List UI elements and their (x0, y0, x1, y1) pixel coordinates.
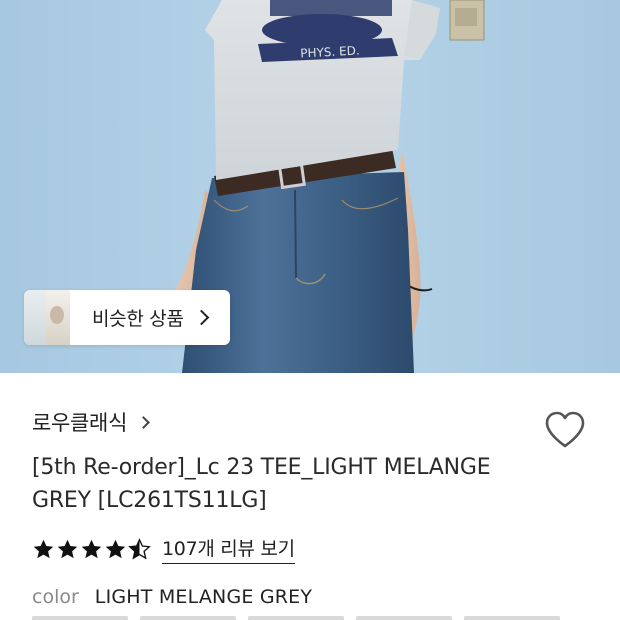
similar-products-thumbnails (24, 290, 70, 345)
color-option: color LIGHT MELANGE GREY (32, 586, 312, 608)
star-full-icon (33, 539, 54, 558)
brand-name: 로우클래식 (32, 411, 128, 435)
product-image[interactable]: PHYS. ED. 비슷한 상품 (0, 0, 620, 373)
heart-icon[interactable] (543, 410, 587, 450)
chevron-right-icon (137, 415, 150, 429)
rating-stars (32, 537, 152, 561)
product-title: [5th Re-order]_Lc 23 TEE_LIGHT MELANGE G… (32, 455, 491, 513)
swatch-4[interactable] (356, 616, 452, 620)
chevron-right-icon (193, 309, 209, 326)
swatch-5[interactable] (464, 616, 560, 620)
star-full-icon (57, 539, 78, 558)
star-half-icon (128, 537, 151, 559)
swatch-2[interactable] (140, 616, 236, 620)
star-full-icon (105, 539, 126, 558)
option-value: LIGHT MELANGE GREY (94, 586, 313, 608)
similar-products-button[interactable]: 비슷한 상품 (24, 290, 230, 345)
star-full-icon (81, 539, 102, 558)
reviews-link[interactable]: 107개 리뷰 보기 (162, 534, 295, 564)
similar-products-label: 비슷한 상품 (92, 308, 184, 330)
thumbnail-2 (46, 290, 70, 345)
thumbnail-1 (24, 290, 46, 345)
swatch-1[interactable] (32, 616, 128, 620)
swatch-3[interactable] (248, 616, 344, 620)
color-swatches[interactable] (32, 616, 592, 620)
rating-row: 107개 리뷰 보기 (32, 534, 295, 564)
brand-link[interactable]: 로우클래식 (32, 407, 150, 437)
option-key: color (32, 586, 79, 608)
